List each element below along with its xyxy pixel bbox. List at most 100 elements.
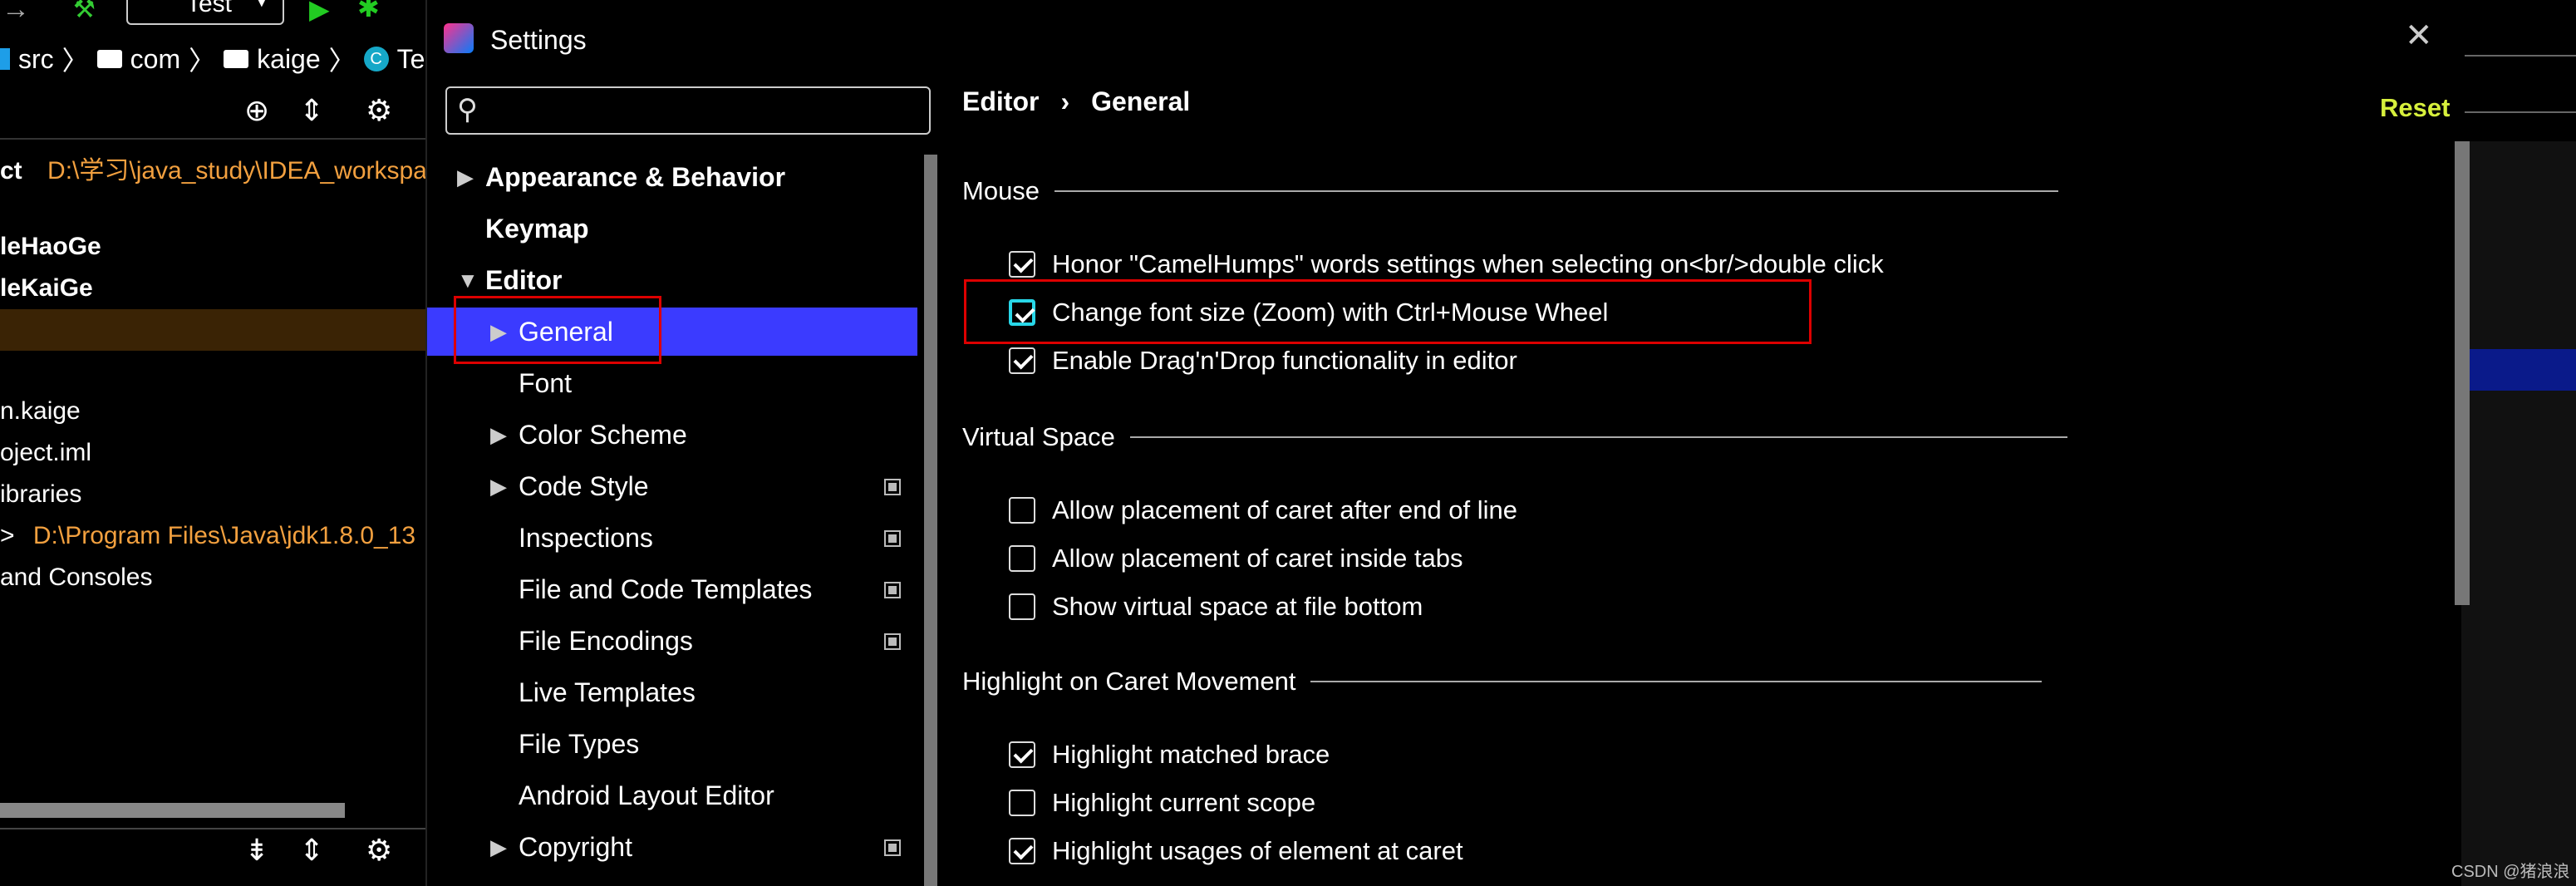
tree-label: Code Style	[519, 470, 649, 501]
settings-dialog: Settings ✕ ⚲ ▶ Appearance & Behavior Key…	[425, 0, 2470, 886]
project-root-path: D:\学习\java_study\IDEA_workspa	[47, 157, 427, 185]
reset-link[interactable]: Reset	[2380, 93, 2450, 123]
module-icon	[0, 48, 10, 70]
tree-file-types[interactable]: File Types	[490, 720, 639, 768]
option-caret-tabs[interactable]: Allow placement of caret inside tabs	[1009, 544, 1463, 573]
tree-color-scheme[interactable]: ▶ Color Scheme	[490, 411, 687, 459]
gear-icon[interactable]: ⚙	[366, 93, 392, 128]
tree-item[interactable]: and Consoles	[0, 564, 152, 592]
project-root-label: ct	[0, 157, 22, 185]
intellij-logo-icon	[444, 23, 474, 53]
breadcrumb-editor: Editor	[962, 86, 1040, 116]
tree-label: Editor	[485, 264, 563, 295]
chevron-right-icon: 〉	[61, 46, 89, 76]
tree-file-encodings[interactable]: File Encodings	[490, 617, 693, 665]
section-title: Mouse	[962, 176, 1040, 205]
tree-font[interactable]: Font	[490, 359, 572, 407]
run-icon[interactable]: ▶	[309, 0, 330, 25]
option-virtual-bottom[interactable]: Show virtual space at file bottom	[1009, 592, 1423, 622]
tree-android-layout-editor[interactable]: Android Layout Editor	[490, 771, 774, 820]
project-root-row[interactable]: ct D:\学习\java_study\IDEA_workspa	[0, 150, 427, 186]
build-hammer-icon[interactable]: ⚒	[73, 0, 96, 24]
option-label: Allow placement of caret inside tabs	[1052, 544, 1463, 573]
tree-appearance-behavior[interactable]: ▶ Appearance & Behavior	[457, 153, 785, 201]
close-icon[interactable]: ✕	[2405, 17, 2433, 55]
back-arrow-icon[interactable]: →	[2, 0, 30, 26]
tree-item[interactable]: leKaiGe	[0, 274, 93, 303]
locate-icon[interactable]: ⊕	[244, 93, 269, 128]
checkbox-unchecked[interactable]	[1009, 593, 1035, 620]
tree-item[interactable]: leHaoGe	[0, 233, 101, 261]
tree-live-templates[interactable]: Live Templates	[490, 668, 696, 716]
checkbox-checked[interactable]	[1009, 741, 1035, 768]
tree-item[interactable]: oject.iml	[0, 439, 91, 467]
expand-arrow-icon: >	[0, 522, 15, 549]
option-label: Highlight current scope	[1052, 788, 1316, 817]
expand-all-icon[interactable]: ⇟	[244, 833, 269, 868]
annotation-box-general	[454, 296, 661, 364]
editor-selection-row	[2460, 349, 2576, 391]
breadcrumb-src[interactable]: src	[18, 44, 54, 75]
section-virtual-space: Virtual Space	[962, 422, 2067, 452]
run-config-combo[interactable]: Test ▼	[126, 0, 284, 25]
search-icon: ⚲	[457, 94, 478, 126]
tree-copyright[interactable]: ▶ Copyright	[490, 823, 632, 871]
option-label: Highlight matched brace	[1052, 740, 1330, 769]
collapse-icon[interactable]: ⇕	[299, 93, 324, 128]
option-current-scope[interactable]: Highlight current scope	[1009, 788, 1315, 818]
chevron-right-icon: 〉	[328, 46, 356, 76]
checkbox-unchecked[interactable]	[1009, 497, 1035, 524]
option-drag-drop[interactable]: Enable Drag'n'Drop functionality in edit…	[1009, 346, 1517, 376]
section-divider	[1129, 436, 2067, 438]
settings-search-input[interactable]: ⚲	[445, 86, 931, 135]
breadcrumb-com[interactable]: com	[130, 44, 180, 75]
jdk-path: D:\Program Files\Java\jdk1.8.0_13	[32, 522, 416, 549]
collapse-all-icon[interactable]: ⇕	[299, 833, 324, 868]
breadcrumb-kaige[interactable]: kaige	[257, 44, 321, 75]
tree-label: File and Code Templates	[519, 573, 813, 604]
option-matched-brace[interactable]: Highlight matched brace	[1009, 740, 1330, 770]
tree-keymap[interactable]: Keymap	[457, 204, 589, 253]
option-label: Allow placement of caret after end of li…	[1052, 495, 1518, 524]
section-mouse: Mouse	[962, 176, 2059, 206]
editor-area[interactable]	[2460, 141, 2576, 886]
tree-code-style[interactable]: ▶ Code Style	[490, 462, 649, 510]
checkbox-checked[interactable]	[1009, 251, 1035, 278]
option-label: Honor "CamelHumps" words settings when s…	[1052, 249, 1884, 278]
bottom-toolbar: ⇟ ⇕ ⚙	[0, 828, 425, 879]
watermark: CSDN @猪浪浪	[2451, 863, 2570, 881]
checkbox-unchecked[interactable]	[1009, 545, 1035, 572]
breadcrumb-separator: ›	[1060, 86, 1070, 116]
collapse-arrow-icon[interactable]: ▼	[457, 268, 479, 293]
expand-arrow-icon[interactable]: ▶	[490, 422, 507, 448]
horizontal-scrollbar[interactable]	[0, 803, 345, 818]
tree-inspections[interactable]: Inspections	[490, 514, 653, 562]
project-scope-icon	[884, 479, 901, 495]
checkbox-checked[interactable]	[1009, 838, 1035, 864]
expand-arrow-icon[interactable]: ▶	[490, 474, 507, 500]
expand-arrow-icon[interactable]: ▶	[490, 834, 507, 860]
option-usages[interactable]: Highlight usages of element at caret	[1009, 836, 1463, 866]
section-highlight: Highlight on Caret Movement	[962, 667, 2043, 696]
project-scope-icon	[884, 839, 901, 856]
section-divider	[1310, 681, 2043, 682]
option-camel-humps[interactable]: Honor "CamelHumps" words settings when s…	[1009, 249, 1884, 279]
checkbox-checked[interactable]	[1009, 347, 1035, 374]
checkbox-unchecked[interactable]	[1009, 790, 1035, 816]
tree-item[interactable]: n.kaige	[0, 397, 81, 426]
gear-icon[interactable]: ⚙	[366, 833, 392, 868]
debug-icon[interactable]: ✱	[357, 0, 380, 23]
dialog-title: Settings	[490, 25, 587, 55]
option-caret-eol[interactable]: Allow placement of caret after end of li…	[1009, 495, 1517, 525]
tree-item[interactable]: ibraries	[0, 480, 81, 509]
expand-arrow-icon[interactable]: ▶	[457, 165, 474, 190]
section-title: Highlight on Caret Movement	[962, 667, 1296, 696]
chevron-down-icon: ▼	[251, 0, 273, 12]
tree-scrollbar[interactable]	[924, 155, 937, 886]
jdk-row[interactable]: > D:\Program Files\Java\jdk1.8.0_13	[0, 522, 415, 550]
folder-icon	[224, 50, 249, 68]
content-scrollbar[interactable]	[2455, 141, 2470, 605]
tree-label: File Encodings	[519, 625, 693, 656]
annotation-box-zoom	[964, 279, 1812, 344]
tree-file-code-templates[interactable]: File and Code Templates	[490, 565, 812, 613]
